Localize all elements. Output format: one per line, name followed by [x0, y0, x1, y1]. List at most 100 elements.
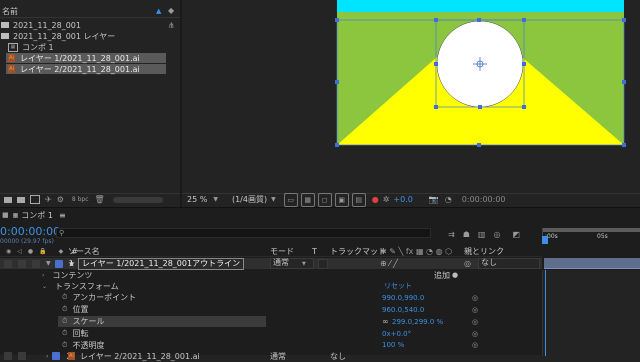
project-item-ai-1[interactable]: Ai レイヤー 1/2021_11_28_001.ai — [6, 53, 166, 63]
stopwatch-icon[interactable]: ⏱ — [62, 329, 67, 338]
stopwatch-icon[interactable]: ⏱ — [62, 317, 67, 326]
stopwatch-icon[interactable]: ⏱ — [62, 341, 67, 350]
video-switch-icon[interactable]: ◉ — [6, 248, 11, 255]
viewer-timecode[interactable]: 0:00:00:00 — [462, 195, 506, 204]
motion-blur-icon[interactable]: ◎ — [493, 230, 500, 239]
reset-link[interactable]: リセット — [384, 281, 412, 291]
layer-label-color[interactable] — [54, 259, 63, 268]
snapshot-icon[interactable]: 📷 — [429, 195, 439, 204]
column-trackmatte[interactable]: トラックマット — [330, 246, 386, 257]
project-item-ai-2[interactable]: Ai レイヤー 2/2021_11_28_001.ai — [6, 64, 166, 74]
transparency-grid-icon[interactable]: ▦ — [300, 192, 315, 207]
mask-visibility-icon[interactable]: ◻ — [317, 192, 332, 207]
settings-icon[interactable]: ⚙ — [57, 195, 64, 204]
guides-icon[interactable]: ▣ — [334, 192, 349, 207]
new-folder-icon[interactable] — [17, 196, 25, 203]
project-item-comp[interactable]: ▦ コンポ 1 — [0, 42, 180, 52]
zoom-dropdown[interactable]: 25 % — [187, 195, 207, 204]
expression-pickwhip-icon[interactable]: ◎ — [472, 318, 478, 326]
column-mode[interactable]: モード — [270, 246, 294, 257]
sort-arrow-icon[interactable]: ▲ — [156, 7, 161, 15]
layer-name-field[interactable]: レイヤー 1/2021_11_28_001アウトライン — [78, 258, 245, 270]
layer-row-1[interactable]: ▼ 1 ★ レイヤー 1/2021_11_28_001アウトライン 通常 ▼ ⊕… — [0, 258, 542, 270]
property-position[interactable]: ⏱ 位置 960.0,540.0 ◎ — [0, 304, 542, 315]
project-item-folder-2[interactable]: 2021_11_28_001 レイヤー — [0, 31, 180, 41]
preserve-transparency-box[interactable] — [318, 258, 328, 269]
video-toggle-icon[interactable] — [4, 259, 12, 268]
column-source-name[interactable]: ソース名 — [68, 246, 100, 257]
solo-toggle-icon[interactable] — [18, 259, 26, 268]
color-channels-icon[interactable]: ● — [372, 195, 379, 204]
keyframe-track-area[interactable] — [542, 270, 640, 356]
expression-pickwhip-icon[interactable]: ◎ — [472, 294, 478, 302]
solo-switch-icon[interactable]: ● — [28, 248, 33, 255]
lock-switch-icon[interactable]: 🔒 — [39, 248, 46, 255]
property-rotation[interactable]: ⏱ 回転 0x+0.0° ◎ — [0, 328, 542, 339]
property-opacity[interactable]: ⏱ 不透明度 100 % ◎ — [0, 340, 542, 350]
3d-view-icon[interactable]: ▤ — [351, 192, 366, 207]
column-t[interactable]: T — [312, 247, 317, 256]
expression-pickwhip-icon[interactable]: ◎ — [472, 306, 478, 314]
interpret-footage-icon[interactable] — [4, 196, 12, 203]
tab-menu-icon[interactable]: ≡ — [59, 211, 66, 220]
property-scale[interactable]: ⏱ スケール ∞ 299.0,299.0 % ◎ — [0, 316, 542, 327]
constrain-proportions-icon[interactable]: ∞ — [382, 317, 389, 326]
trash-icon[interactable]: 🗑 — [95, 195, 105, 204]
close-icon[interactable]: ■ — [2, 211, 9, 219]
tag-icon[interactable]: ◆ — [168, 6, 174, 15]
chevron-down-icon[interactable]: ⌄ — [42, 283, 47, 290]
chevron-down-icon[interactable]: ▼ — [213, 196, 218, 203]
graph-editor-icon[interactable]: ◩ — [512, 230, 520, 239]
show-snapshot-icon[interactable]: ◔ — [445, 195, 452, 204]
chevron-down-icon[interactable]: ▼ — [302, 261, 306, 267]
trackmatte-dropdown[interactable]: なし — [330, 351, 346, 362]
composition-canvas[interactable] — [182, 0, 640, 190]
layer-label-color[interactable] — [52, 352, 61, 360]
property-anchor-point[interactable]: ⏱ アンカーポイント 990.0,990.0 ◎ — [0, 292, 542, 303]
layer-bar-1[interactable] — [544, 258, 640, 269]
layer-mode-dropdown[interactable]: 通常 — [270, 351, 286, 362]
property-value[interactable]: 299.0,299.0 % — [392, 318, 443, 326]
timeline-tab[interactable]: ■ ▦ コンポ 1 ≡ — [0, 210, 120, 220]
layer-row-2[interactable]: › 2 Ai レイヤー 2/2021_11_28_001.ai 通常 なし — [0, 351, 542, 361]
property-value[interactable]: 0x+0.0° — [382, 330, 411, 338]
region-of-interest-icon[interactable]: ▭ — [283, 192, 298, 207]
stopwatch-icon[interactable]: ⏱ — [62, 305, 67, 314]
add-circle-icon[interactable]: ● — [452, 271, 458, 279]
property-value[interactable]: 990.0,990.0 — [382, 294, 424, 302]
expand-chevron-icon[interactable]: › — [46, 353, 48, 360]
project-column-header[interactable]: 名前 ▲ ◆ — [0, 6, 180, 18]
chevron-right-icon[interactable]: › — [42, 272, 44, 279]
exposure-reset-icon[interactable]: ✲ — [383, 195, 390, 204]
parent-dropdown[interactable]: なし — [478, 258, 540, 269]
column-parent[interactable]: 親とリンク — [464, 246, 504, 257]
project-item-folder-1[interactable]: 2021_11_28_001 ⋔ — [0, 20, 180, 30]
exposure-value[interactable]: +0.0 — [393, 195, 412, 204]
property-value[interactable]: 100 % — [382, 341, 404, 349]
timeline-search-input[interactable]: ⚲ — [56, 228, 431, 238]
stopwatch-icon[interactable]: ⏱ — [62, 293, 67, 302]
expand-chevron-icon[interactable]: ▼ — [46, 260, 51, 267]
current-timecode[interactable]: 0:00:00:00 — [0, 225, 60, 238]
audio-switch-icon[interactable]: ◁ — [17, 248, 22, 255]
transform-group[interactable]: ⌄ トランスフォーム リセット — [0, 281, 542, 291]
hierarchy-icon[interactable]: ⋔ — [168, 21, 175, 30]
flowchart-icon[interactable]: ⇉ — [448, 230, 455, 239]
video-toggle-icon[interactable] — [4, 352, 12, 360]
current-time-indicator[interactable] — [542, 236, 548, 244]
bpc-label[interactable]: 8 bpc — [72, 196, 89, 203]
render-queue-icon[interactable]: ✈ — [45, 195, 52, 204]
new-comp-icon[interactable] — [30, 195, 40, 204]
layer-mode-dropdown[interactable]: 通常 — [270, 258, 314, 269]
time-ruler[interactable]: :00s 05s — [542, 228, 640, 242]
project-scroll-track[interactable] — [112, 196, 163, 203]
frame-blending-icon[interactable]: ▥ — [478, 230, 486, 239]
contents-group[interactable]: › コンテンツ 追加 ● — [0, 270, 542, 280]
layer-name[interactable]: レイヤー 2/2021_11_28_001.ai — [80, 351, 200, 362]
layer-switches[interactable]: ⊕ ⁄ ╱ — [380, 259, 398, 268]
lock-toggle-icon[interactable] — [32, 259, 40, 268]
chevron-down-icon[interactable]: ▼ — [271, 196, 276, 203]
label-tag-icon[interactable]: ◆ — [59, 248, 64, 255]
parent-pickwhip-icon[interactable]: ◎ — [464, 259, 471, 268]
work-area-bar[interactable] — [543, 228, 640, 232]
